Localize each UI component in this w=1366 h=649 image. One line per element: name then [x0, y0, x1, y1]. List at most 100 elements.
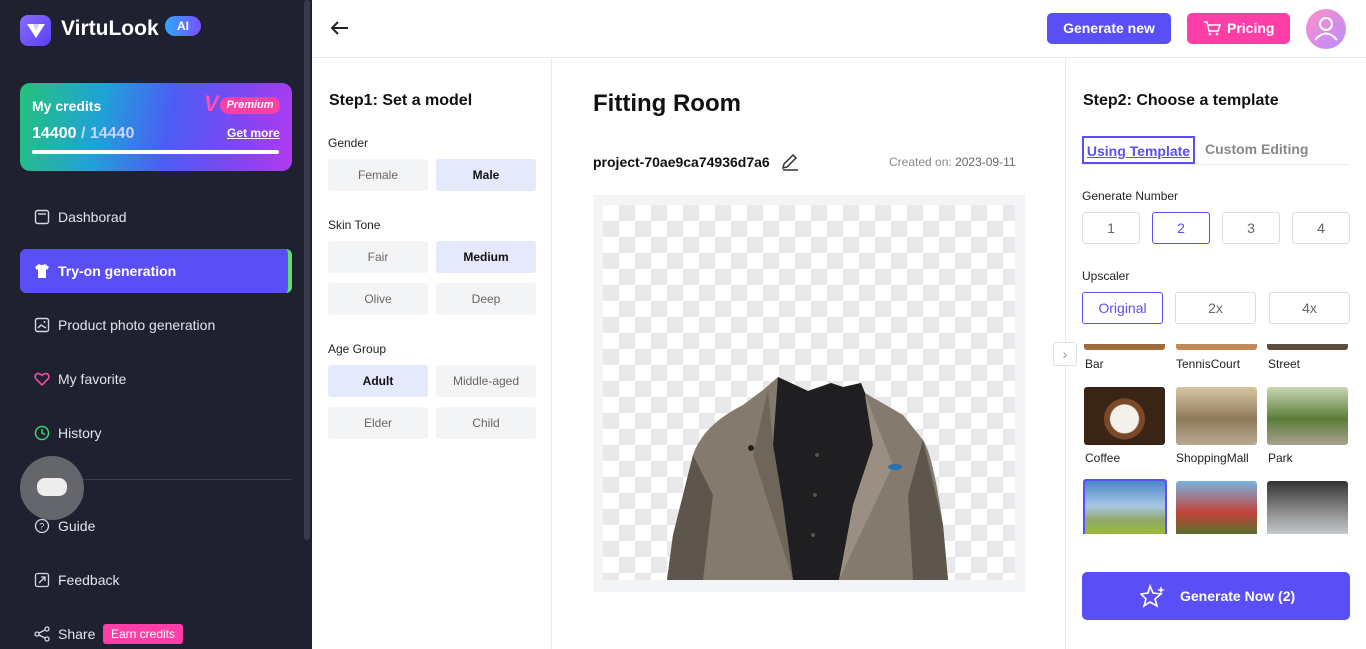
sidebar-item-label: Share	[58, 626, 96, 642]
age-option-middle-aged[interactable]: Middle-aged	[436, 365, 536, 397]
premium-label: Premium	[220, 97, 280, 114]
age-group-label: Age Group	[328, 342, 387, 356]
pricing-button[interactable]: Pricing	[1187, 13, 1290, 44]
upscaler-2x[interactable]: 2x	[1175, 292, 1256, 324]
age-option-elder[interactable]: Elder	[328, 407, 428, 439]
chat-icon	[37, 478, 67, 496]
tab-underline	[1082, 164, 1350, 165]
svg-text:?: ?	[39, 522, 44, 532]
generate-number-4[interactable]: 4	[1292, 212, 1350, 244]
age-option-adult[interactable]: Adult	[328, 365, 428, 397]
skin-tone-label: Skin Tone	[328, 218, 381, 232]
step1-title: Step1: Set a model	[329, 92, 473, 109]
gender-option-female[interactable]: Female	[328, 159, 428, 191]
created-label: Created on:	[889, 155, 952, 169]
skin-option-deep[interactable]: Deep	[436, 283, 536, 315]
generate-number-1[interactable]: 1	[1082, 212, 1140, 244]
project-name: project-70ae9ca74936d7a6	[593, 154, 770, 170]
created-date: Created on: 2023-09-11	[889, 155, 1016, 169]
template-thumb-coffee[interactable]	[1084, 387, 1165, 445]
app-logo-icon[interactable]	[20, 15, 51, 46]
edit-icon[interactable]	[780, 153, 800, 171]
sparkle-icon	[1140, 584, 1165, 608]
credits-title: My credits	[32, 98, 102, 114]
template-thumb-park[interactable]	[1267, 387, 1348, 445]
template-grid[interactable]: Bar TennisCourt Street Coffee ShoppingMa…	[1082, 344, 1350, 534]
share-icon	[34, 626, 50, 642]
collapse-panel-button[interactable]: ›	[1053, 342, 1077, 366]
upscaler-label: Upscaler	[1082, 269, 1130, 283]
sidebar-item-feedback[interactable]: Feedback	[20, 558, 292, 602]
template-thumb-airport[interactable]	[1267, 481, 1348, 534]
garment-image	[667, 377, 948, 580]
shirt-icon	[35, 264, 49, 278]
sidebar-item-label: Feedback	[58, 572, 120, 588]
template-thumb-bar[interactable]	[1084, 344, 1165, 350]
ai-badge: AI	[165, 16, 201, 36]
help-icon: ?	[34, 518, 50, 534]
sidebar-item-label: Guide	[58, 518, 96, 534]
step2-title: Step2: Choose a template	[1083, 92, 1279, 109]
template-name-street: Street	[1268, 357, 1301, 371]
generate-now-button[interactable]: Generate Now (2)	[1082, 572, 1350, 620]
credits-card: My credits Premium V 14400 / 14440 Get m…	[20, 83, 292, 171]
generate-now-label: Generate Now (2)	[1180, 588, 1296, 604]
tab-custom-editing[interactable]: Custom Editing	[1205, 136, 1308, 164]
template-thumb-shoppingmall[interactable]	[1176, 387, 1257, 445]
app-name: VirtuLook	[61, 17, 159, 40]
credits-progress-bar	[32, 150, 279, 154]
template-thumb-arena[interactable]	[1176, 481, 1257, 534]
template-name-park: Park	[1268, 451, 1293, 465]
photo-icon	[34, 317, 50, 333]
template-name-shoppingmall: ShoppingMall	[1176, 451, 1249, 465]
fitting-canvas[interactable]	[593, 195, 1025, 592]
generate-number-label: Generate Number	[1082, 189, 1179, 203]
heart-icon	[34, 372, 50, 387]
generate-new-button[interactable]: Generate new	[1047, 13, 1171, 44]
generate-number-3[interactable]: 3	[1222, 212, 1280, 244]
template-thumb-tenniscourt[interactable]	[1176, 344, 1257, 350]
sidebar-item-try-on[interactable]: Try-on generation	[20, 249, 292, 293]
skin-option-medium[interactable]: Medium	[436, 241, 536, 273]
created-value: 2023-09-11	[955, 155, 1016, 169]
generate-number-2[interactable]: 2	[1152, 212, 1210, 244]
gender-option-male[interactable]: Male	[436, 159, 536, 191]
skin-option-fair[interactable]: Fair	[328, 241, 428, 273]
sidebar-item-favorite[interactable]: My favorite	[20, 357, 292, 401]
credits-used: 14400	[32, 125, 77, 142]
sidebar-item-product-photo[interactable]: Product photo generation	[20, 303, 292, 347]
back-arrow-icon[interactable]	[330, 18, 350, 38]
chat-support-button[interactable]	[20, 456, 84, 520]
sidebar-item-dashboard[interactable]: Dashborad	[20, 195, 292, 239]
template-thumb-street[interactable]	[1267, 344, 1348, 350]
pricing-label: Pricing	[1227, 20, 1275, 36]
upscaler-original[interactable]: Original	[1082, 292, 1163, 324]
user-icon	[1314, 17, 1338, 41]
template-name-coffee: Coffee	[1085, 451, 1121, 465]
age-option-child[interactable]: Child	[436, 407, 536, 439]
skin-option-olive[interactable]: Olive	[328, 283, 428, 315]
credits-total: 14440	[89, 125, 135, 142]
dashboard-icon	[34, 209, 50, 225]
feedback-icon	[34, 572, 50, 588]
earn-credits-badge: Earn credits	[103, 624, 184, 644]
premium-v-icon: V	[204, 91, 219, 116]
sidebar-scrollbar[interactable]	[304, 0, 310, 540]
tab-using-template[interactable]: Using Template	[1082, 136, 1195, 164]
credits-value: 14400 / 14440	[32, 125, 134, 143]
sidebar-item-label: History	[58, 425, 102, 441]
upscaler-4x[interactable]: 4x	[1269, 292, 1350, 324]
template-thumb-stadium-selected[interactable]	[1083, 479, 1167, 534]
sidebar-item-label: My favorite	[58, 371, 127, 387]
gender-label: Gender	[328, 136, 369, 150]
sidebar-item-history[interactable]: History	[20, 411, 292, 455]
sidebar-item-label: Try-on generation	[58, 263, 177, 279]
credits-separator: /	[76, 125, 90, 142]
premium-badge: Premium V	[204, 91, 280, 116]
user-avatar[interactable]	[1306, 9, 1346, 49]
sidebar-item-label: Product photo generation	[58, 317, 216, 333]
get-more-link[interactable]: Get more	[227, 126, 280, 140]
page-title: Fitting Room	[593, 90, 741, 117]
template-name-tenniscourt: TennisCourt	[1176, 357, 1241, 371]
transparent-background	[603, 205, 1015, 580]
